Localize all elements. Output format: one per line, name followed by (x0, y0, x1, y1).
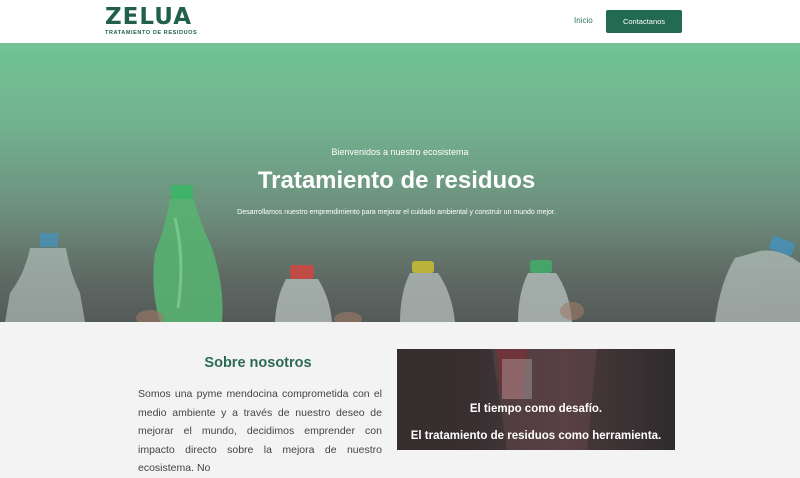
promo-line-1: El tiempo como desafío. (469, 403, 603, 415)
logo-wordmark: ZELUA (105, 4, 192, 30)
hero-banner: Bienvenidos a nuestro ecosistema Tratami… (0, 43, 800, 322)
hero-eyebrow: Bienvenidos a nuestro ecosistema (331, 147, 469, 157)
nav-link-inicio[interactable]: Inicio (574, 16, 593, 25)
zelua-logo[interactable]: ZELUA TRATAMIENTO DE RESIDUOS (105, 5, 197, 38)
hero-title: Tratamiento de residuos (257, 167, 536, 194)
promo-panel: El tiempo como desafío. El tratamiento d… (397, 349, 675, 450)
contact-button[interactable]: Contactanos (606, 10, 682, 33)
logo-tagline: TRATAMIENTO DE RESIDUOS (105, 30, 198, 36)
about-text: Somos una pyme mendocina comprometida co… (138, 388, 382, 474)
about-title: Sobre nosotros (204, 355, 312, 371)
promo-line-2: El tratamiento de residuos como herramie… (410, 430, 662, 442)
site-header: ZELUA TRATAMIENTO DE RESIDUOS Inicio Con… (0, 0, 800, 44)
hero-subtitle: Desarrollamos nuestro emprendimiento par… (237, 209, 556, 216)
